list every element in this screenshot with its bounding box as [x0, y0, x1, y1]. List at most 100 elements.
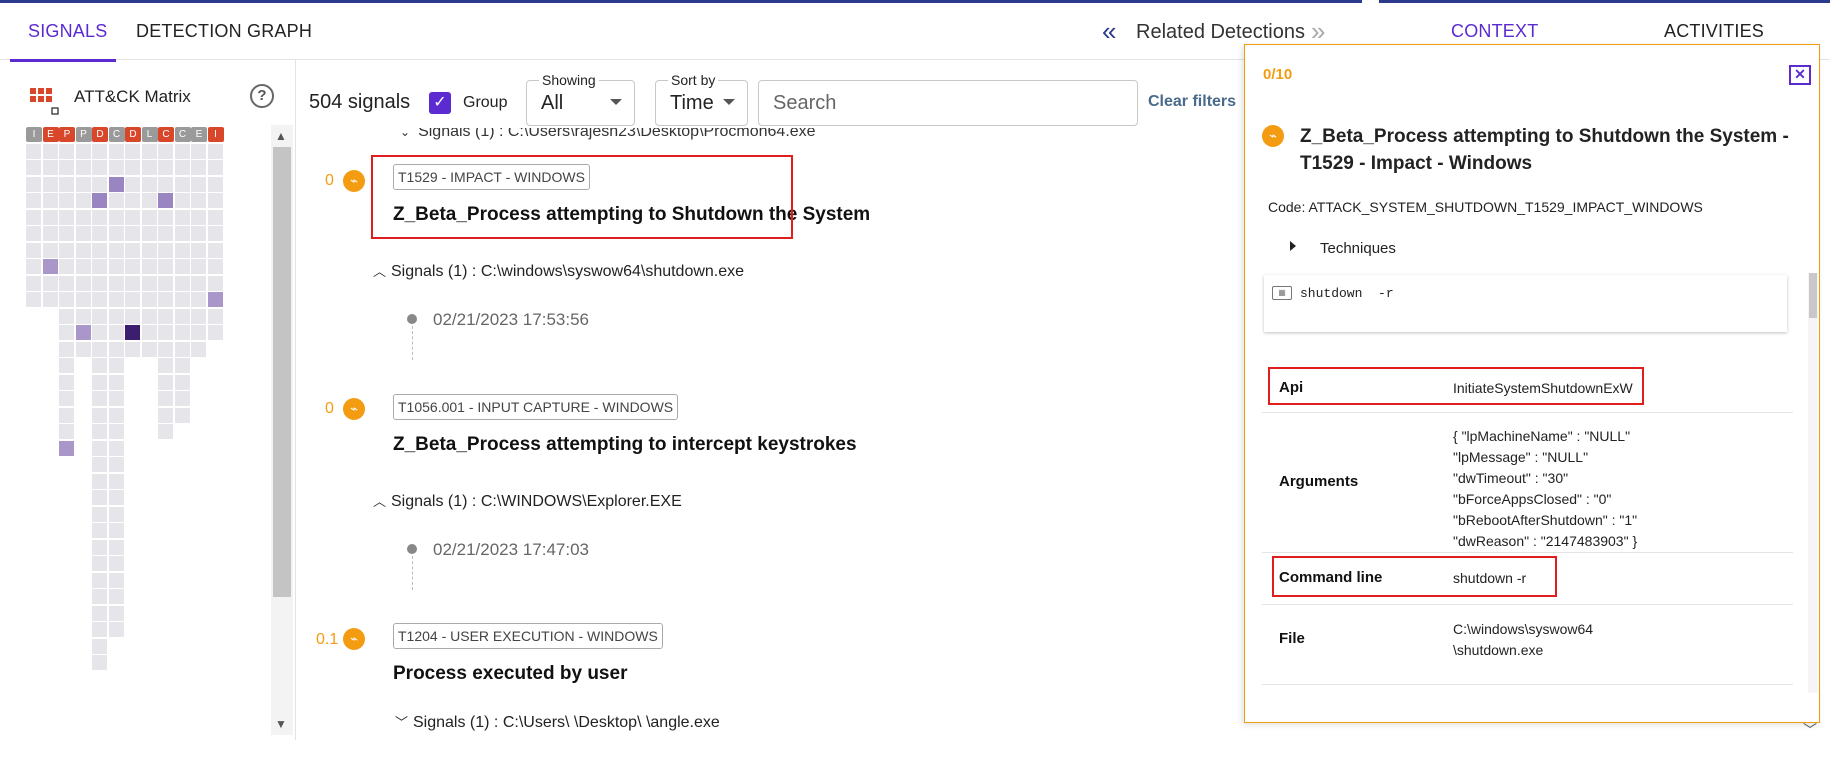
technique-cell[interactable]	[108, 193, 124, 208]
technique-cell[interactable]	[92, 325, 107, 340]
technique-cell[interactable]	[59, 193, 74, 208]
matrix-scroll-thumb[interactable]	[273, 147, 291, 597]
tab-activities[interactable]: ACTIVITIES	[1664, 21, 1764, 42]
technique-cell[interactable]	[92, 556, 107, 571]
technique-cell[interactable]	[191, 292, 206, 307]
technique-cell[interactable]	[26, 275, 41, 291]
technique-cell[interactable]	[174, 358, 190, 373]
technique-cell[interactable]	[158, 374, 173, 390]
technique-cell[interactable]	[207, 160, 223, 175]
technique-cell[interactable]	[207, 259, 223, 274]
technique-cell[interactable]	[158, 160, 173, 175]
technique-cell[interactable]	[59, 160, 74, 175]
technique-cell[interactable]	[174, 374, 190, 390]
tactic-header[interactable]: E	[42, 127, 59, 142]
technique-cell[interactable]	[108, 275, 124, 291]
technique-cell[interactable]	[207, 292, 223, 307]
technique-cell[interactable]	[108, 259, 124, 274]
technique-cell[interactable]	[207, 242, 223, 258]
technique-cell[interactable]	[174, 160, 190, 175]
technique-cell[interactable]	[59, 176, 74, 192]
technique-cell[interactable]	[174, 226, 190, 241]
detail-scrollbar[interactable]	[1808, 273, 1818, 693]
technique-cell[interactable]	[59, 242, 74, 258]
technique-cell[interactable]	[125, 308, 140, 324]
tactic-header[interactable]: I	[26, 127, 42, 142]
technique-cell[interactable]	[158, 242, 173, 258]
technique-cell[interactable]	[141, 308, 157, 324]
technique-cell[interactable]	[108, 143, 124, 159]
technique-cell[interactable]	[92, 605, 107, 621]
technique-cell[interactable]	[158, 259, 173, 274]
technique-cell[interactable]	[158, 391, 173, 406]
technique-cell[interactable]	[207, 275, 223, 291]
technique-cell[interactable]	[141, 143, 157, 159]
technique-cell[interactable]	[108, 473, 124, 489]
clear-filters-link[interactable]: Clear filters	[1148, 93, 1236, 111]
technique-cell[interactable]	[59, 391, 74, 406]
technique-cell[interactable]	[92, 143, 107, 159]
technique-cell[interactable]	[42, 242, 58, 258]
technique-cell[interactable]	[75, 209, 91, 225]
technique-cell[interactable]	[158, 424, 173, 439]
technique-cell[interactable]	[158, 275, 173, 291]
detection-title[interactable]: Process executed by user	[393, 663, 627, 685]
technique-cell[interactable]	[108, 391, 124, 406]
search-box[interactable]	[758, 80, 1138, 126]
technique-cell[interactable]	[108, 506, 124, 522]
technique-cell[interactable]	[108, 407, 124, 423]
technique-cell[interactable]	[75, 292, 91, 307]
technique-cell[interactable]	[108, 440, 124, 456]
technique-cell[interactable]	[92, 160, 107, 175]
technique-cell[interactable]	[108, 209, 124, 225]
technique-cell[interactable]	[108, 556, 124, 571]
technique-cell[interactable]	[108, 308, 124, 324]
technique-cell[interactable]	[42, 209, 58, 225]
technique-cell[interactable]	[92, 622, 107, 637]
technique-cell[interactable]	[42, 275, 58, 291]
tactic-header[interactable]: C	[158, 127, 174, 142]
technique-cell[interactable]	[92, 506, 107, 522]
technique-cell[interactable]	[125, 209, 140, 225]
technique-cell[interactable]	[59, 341, 74, 357]
group-checkbox[interactable]: ✓	[429, 92, 451, 114]
technique-cell[interactable]	[59, 374, 74, 390]
technique-cell[interactable]	[141, 341, 157, 357]
technique-cell[interactable]	[42, 259, 58, 274]
technique-cell[interactable]	[26, 193, 41, 208]
technique-cell[interactable]	[75, 259, 91, 274]
technique-cell[interactable]	[191, 308, 206, 324]
technique-cell[interactable]	[92, 176, 107, 192]
technique-cell[interactable]	[26, 259, 41, 274]
technique-cell[interactable]	[191, 160, 206, 175]
technique-cell[interactable]	[191, 226, 206, 241]
technique-cell[interactable]	[174, 292, 190, 307]
scroll-up-icon[interactable]: ▲	[275, 129, 287, 143]
technique-cell[interactable]	[158, 325, 173, 340]
technique-cell[interactable]	[42, 193, 58, 208]
technique-cell[interactable]	[75, 176, 91, 192]
technique-cell[interactable]	[92, 374, 107, 390]
technique-cell[interactable]	[158, 358, 173, 373]
technique-cell[interactable]	[59, 440, 74, 456]
technique-cell[interactable]	[92, 572, 107, 588]
tactic-header[interactable]: D	[92, 127, 108, 142]
technique-cell[interactable]	[92, 292, 107, 307]
technique-cell[interactable]	[174, 143, 190, 159]
technique-cell[interactable]	[141, 193, 157, 208]
technique-cell[interactable]	[26, 242, 41, 258]
technique-cell[interactable]	[141, 275, 157, 291]
technique-cell[interactable]	[108, 226, 124, 241]
prev-detection-icon[interactable]: «	[1102, 18, 1116, 44]
search-input[interactable]	[773, 91, 1123, 115]
technique-cell[interactable]	[174, 407, 190, 423]
technique-cell[interactable]	[108, 176, 124, 192]
technique-cell[interactable]	[92, 523, 107, 538]
technique-cell[interactable]	[191, 143, 206, 159]
technique-cell[interactable]	[92, 473, 107, 489]
technique-cell[interactable]	[59, 259, 74, 274]
technique-cell[interactable]	[141, 209, 157, 225]
technique-cell[interactable]	[92, 424, 107, 439]
technique-cell[interactable]	[92, 341, 107, 357]
tactic-header[interactable]: I	[207, 127, 224, 142]
